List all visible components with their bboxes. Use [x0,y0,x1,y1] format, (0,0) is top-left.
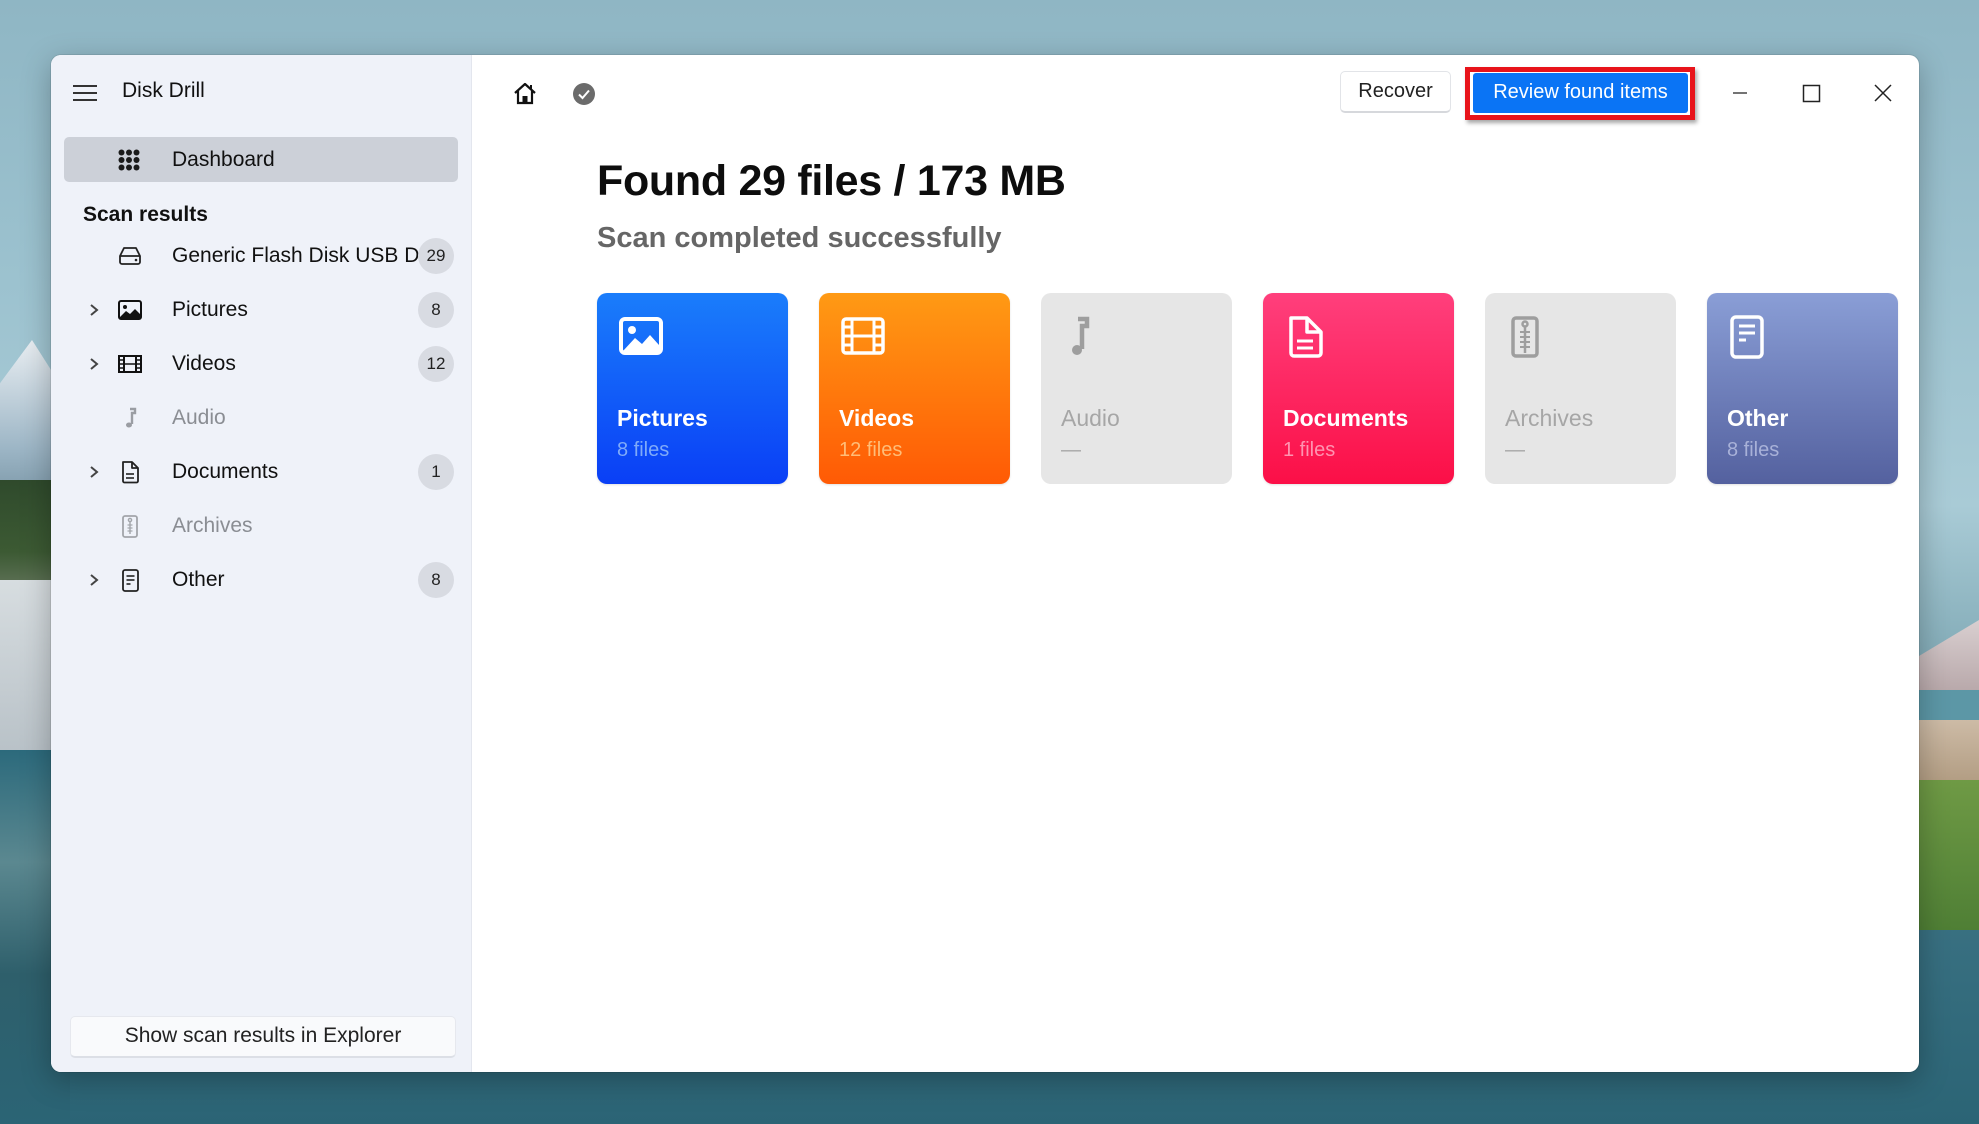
sidebar-item-pictures[interactable]: Pictures 8 [64,288,458,332]
scan-results-heading: Scan results [83,203,208,226]
document-icon [122,461,139,484]
card-count: 8 files [1727,439,1780,461]
card-title: Other [1727,405,1789,431]
review-found-items-button[interactable]: Review found items [1473,73,1688,113]
sidebar-item-videos[interactable]: Videos 12 [64,342,458,386]
recover-button[interactable]: Recover [1340,71,1451,113]
chevron-right-icon[interactable] [86,354,102,374]
card-title: Documents [1283,405,1409,431]
film-icon [118,355,142,373]
card-videos[interactable]: Videos 12 files [819,293,1010,484]
sidebar-item-audio[interactable]: Audio [64,396,458,440]
sidebar-item-label: Documents [172,460,279,483]
count-badge: 1 [418,454,454,490]
picture-icon [619,317,663,355]
archive-zip-icon [122,515,138,538]
count-badge: 8 [418,562,454,598]
minimize-icon[interactable] [1715,77,1765,109]
show-in-explorer-button[interactable]: Show scan results in Explorer [70,1016,456,1058]
scan-status-text: Scan completed successfully [597,222,1002,254]
card-count: 1 files [1283,439,1336,461]
home-icon[interactable] [512,81,538,107]
chevron-right-icon[interactable] [86,570,102,590]
card-other[interactable]: Other 8 files [1707,293,1898,484]
document-icon [1289,316,1323,358]
card-count: 8 files [617,439,670,461]
sidebar-item-documents[interactable]: Documents 1 [64,450,458,494]
wallpaper-mountain-right [1909,620,1979,690]
sidebar-item-label: Other [172,568,225,591]
card-archives[interactable]: Archives — [1485,293,1676,484]
sidebar-item-label: Archives [172,514,253,537]
app-title: Disk Drill [122,79,205,102]
count-badge: 29 [418,238,454,274]
other-file-icon [122,569,139,592]
checkmark-circle-icon [573,83,595,105]
card-count: 12 files [839,439,903,461]
sidebar-item-label: Pictures [172,298,248,321]
film-icon [841,317,885,355]
maximize-icon[interactable] [1786,77,1836,109]
page-title: Found 29 files / 173 MB [597,157,1066,205]
card-count: — [1505,439,1525,461]
wallpaper-grass-right [1909,720,1979,780]
grid-icon [118,149,140,171]
hamburger-menu-icon[interactable] [73,83,97,103]
chevron-right-icon[interactable] [86,300,102,320]
count-badge: 8 [418,292,454,328]
other-file-icon [1730,315,1764,359]
sidebar-item-archives[interactable]: Archives [64,504,458,548]
wallpaper-water-right [1909,690,1979,720]
archive-zip-icon [1511,316,1539,358]
count-badge: 12 [418,346,454,382]
sidebar-item-other[interactable]: Other 8 [64,558,458,602]
card-title: Pictures [617,405,708,431]
main-panel: Recover Review found items Found 29 file… [472,55,1919,1072]
music-note-icon [126,407,137,428]
close-icon[interactable] [1858,77,1908,109]
card-pictures[interactable]: Pictures 8 files [597,293,788,484]
sidebar-item-flash-disk[interactable]: Generic Flash Disk USB D... 29 [64,234,458,278]
wallpaper-field-right [1909,780,1979,930]
sidebar-item-label: Dashboard [172,148,275,171]
picture-icon [118,300,142,320]
disk-drill-window: Disk Drill Dashboard Scan results Generi… [51,55,1919,1072]
card-documents[interactable]: Documents 1 files [1263,293,1454,484]
card-title: Videos [839,405,914,431]
card-title: Archives [1505,405,1594,431]
sidebar-item-label: Videos [172,352,236,375]
chevron-right-icon[interactable] [86,462,102,482]
sidebar-item-dashboard[interactable]: Dashboard [64,137,458,182]
sidebar-item-label: Generic Flash Disk USB D... [172,244,437,267]
sidebar: Disk Drill Dashboard Scan results Generi… [51,55,472,1072]
sidebar-item-label: Audio [172,406,226,429]
card-title: Audio [1061,405,1120,431]
card-count: — [1061,439,1081,461]
drive-icon [119,247,141,265]
card-audio[interactable]: Audio — [1041,293,1232,484]
music-note-icon [1072,316,1090,355]
